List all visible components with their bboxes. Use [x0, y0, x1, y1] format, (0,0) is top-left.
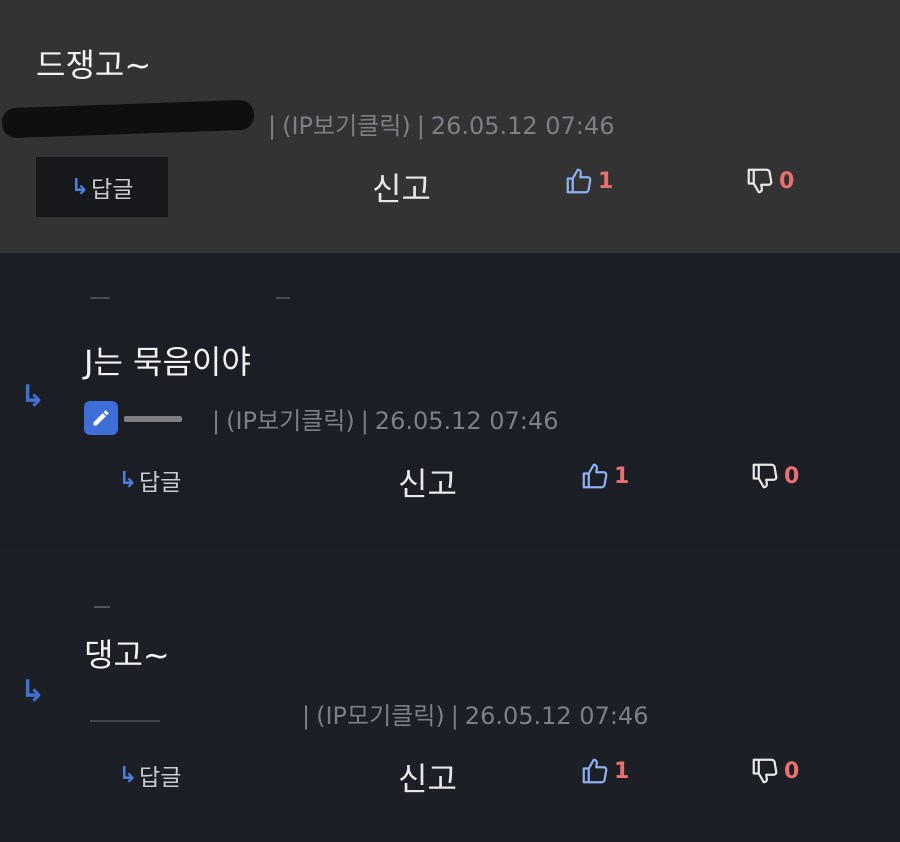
thumbs-up-icon — [582, 463, 608, 489]
dislike-button[interactable]: 0 — [745, 166, 794, 196]
comment-meta: | (IP모기클릭) | 26.05.12 07:46 — [302, 702, 649, 730]
reply-indicator-icon: ↳ — [20, 674, 46, 709]
like-count: 1 — [614, 463, 630, 489]
redacted-nickname — [90, 720, 160, 722]
ip-view-link[interactable]: (IP보기클릭) — [282, 112, 411, 140]
thumbs-down-icon — [747, 168, 773, 194]
dislike-count: 0 — [784, 463, 800, 489]
comment-text: J는 묵음이야 — [84, 343, 251, 381]
like-count: 1 — [598, 168, 614, 194]
redacted-nickname — [1, 99, 255, 139]
reply-arrow-icon: ↳ — [70, 174, 90, 200]
thumbs-down-icon — [752, 758, 778, 784]
report-button[interactable]: 신고 — [372, 164, 431, 210]
comment-2: ↳ J는 묵음이야 | (IP보기클릭) | 26.05.12 07:46 ↳ 답글 … — [0, 253, 900, 548]
reply-label: 답글 — [91, 177, 134, 203]
redaction-mark — [90, 297, 110, 299]
timestamp: 26.05.12 07:46 — [464, 702, 649, 730]
reply-button[interactable]: ↳ 답글 — [112, 758, 188, 792]
comment-text: 댕고~ — [84, 636, 170, 674]
like-button[interactable]: 1 — [564, 166, 613, 196]
redaction-mark — [276, 297, 290, 299]
thumbs-up-icon — [566, 168, 592, 194]
reply-label: 답글 — [139, 470, 182, 496]
like-button[interactable]: 1 — [580, 461, 629, 491]
like-count: 1 — [614, 758, 630, 784]
reply-arrow-icon: ↳ — [118, 467, 138, 493]
timestamp: 26.05.12 07:46 — [430, 112, 615, 140]
redacted-nickname — [124, 416, 182, 422]
dislike-button[interactable]: 0 — [750, 461, 799, 491]
pencil-icon — [84, 401, 118, 435]
dislike-count: 0 — [779, 168, 795, 194]
thumbs-up-icon — [582, 758, 608, 784]
reply-button[interactable]: ↳ 답글 — [112, 463, 188, 497]
timestamp: 26.05.12 07:46 — [374, 407, 559, 435]
report-button[interactable]: 신고 — [398, 754, 457, 800]
redaction-mark — [94, 606, 110, 608]
comment-meta: | (IP보기클릭) | 26.05.12 07:46 — [268, 112, 615, 140]
reply-label: 답글 — [139, 765, 182, 791]
ip-view-link[interactable]: (IP모기클릭) — [316, 702, 445, 730]
dislike-count: 0 — [784, 758, 800, 784]
ip-view-link[interactable]: (IP보기클릭) — [226, 407, 355, 435]
reply-button[interactable]: ↳ 답글 — [36, 157, 168, 217]
reply-indicator-icon: ↳ — [20, 379, 46, 414]
comment-1: 드쟁고~ | (IP보기클릭) | 26.05.12 07:46 ↳ 답글 신고 1 … — [0, 0, 900, 253]
comment-text: 드쟁고~ — [36, 46, 152, 84]
reply-arrow-icon: ↳ — [118, 762, 138, 788]
thumbs-down-icon — [752, 463, 778, 489]
report-button[interactable]: 신고 — [398, 459, 457, 505]
like-button[interactable]: 1 — [580, 756, 629, 786]
comment-meta: | (IP보기클릭) | 26.05.12 07:46 — [212, 407, 559, 435]
dislike-button[interactable]: 0 — [750, 756, 799, 786]
comment-3: ↳ 댕고~ | (IP모기클릭) | 26.05.12 07:46 ↳ 답글 신고 1… — [0, 548, 900, 842]
